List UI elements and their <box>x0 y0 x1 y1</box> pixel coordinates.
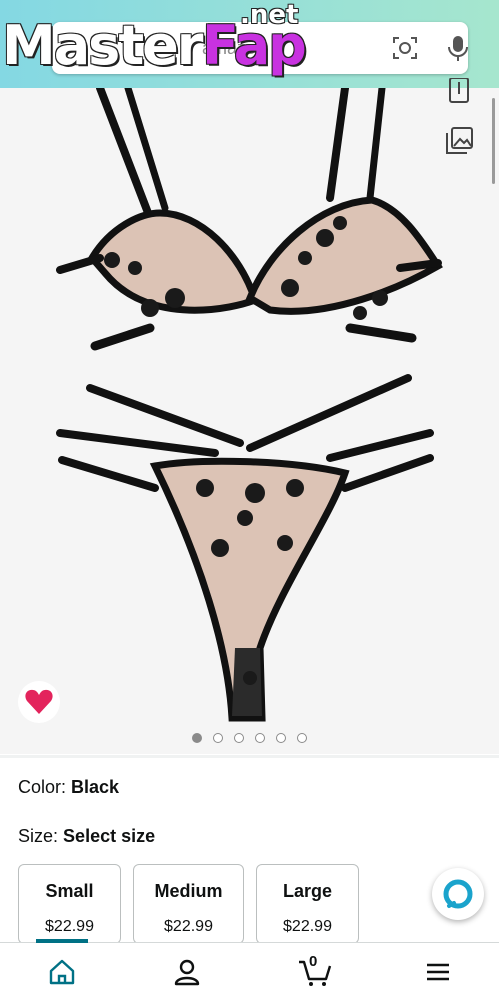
product-image[interactable] <box>0 78 499 754</box>
size-selection: Size: Select size <box>18 826 155 847</box>
carousel-dot[interactable] <box>213 733 223 743</box>
wishlist-button[interactable] <box>18 681 60 723</box>
microphone-icon[interactable] <box>445 34 471 62</box>
size-option-price: $22.99 <box>45 918 94 935</box>
nav-active-indicator <box>36 939 88 943</box>
carousel-indicators[interactable] <box>0 733 499 747</box>
home-icon[interactable] <box>47 957 77 987</box>
cart-count: 0 <box>309 953 318 970</box>
color-value: Black <box>71 777 120 797</box>
menu-icon[interactable] <box>423 957 453 987</box>
size-option-name: Large <box>282 881 333 901</box>
color-selection: Color: Black <box>18 777 119 798</box>
carousel-dot[interactable] <box>276 733 286 743</box>
size-option-name: Small <box>45 881 94 901</box>
size-option-price: $22.99 <box>164 918 213 935</box>
carousel-dot[interactable] <box>192 733 202 743</box>
cart-button[interactable]: 0 <box>298 953 332 987</box>
carousel-dot[interactable] <box>297 733 307 743</box>
alexa-button[interactable] <box>432 868 484 920</box>
size-option-small[interactable]: Small $22.99 <box>18 864 121 944</box>
bottom-navigation: 0 <box>0 939 499 1001</box>
size-value: Select size <box>63 826 156 846</box>
gallery-icon[interactable] <box>444 126 474 156</box>
search-input[interactable]: amazon <box>202 38 266 59</box>
size-option-price: $22.99 <box>283 918 332 935</box>
divider <box>0 755 499 758</box>
size-option-medium[interactable]: Medium $22.99 <box>133 864 244 944</box>
color-label: Color: <box>18 777 67 797</box>
search-bar[interactable]: amazon <box>52 22 468 74</box>
image-scrollbar[interactable] <box>492 98 495 184</box>
share-icon[interactable] <box>444 78 474 108</box>
carousel-dot[interactable] <box>255 733 265 743</box>
size-option-large[interactable]: Large $22.99 <box>256 864 359 944</box>
camera-lens-icon[interactable] <box>392 35 418 61</box>
size-option-name: Medium <box>154 881 223 901</box>
size-label: Size: <box>18 826 59 846</box>
heart-icon <box>25 689 53 714</box>
carousel-dot[interactable] <box>234 733 244 743</box>
alexa-icon <box>443 879 473 909</box>
top-bar: amazon <box>0 0 499 88</box>
product-photo <box>56 88 443 722</box>
account-icon[interactable] <box>172 957 202 987</box>
